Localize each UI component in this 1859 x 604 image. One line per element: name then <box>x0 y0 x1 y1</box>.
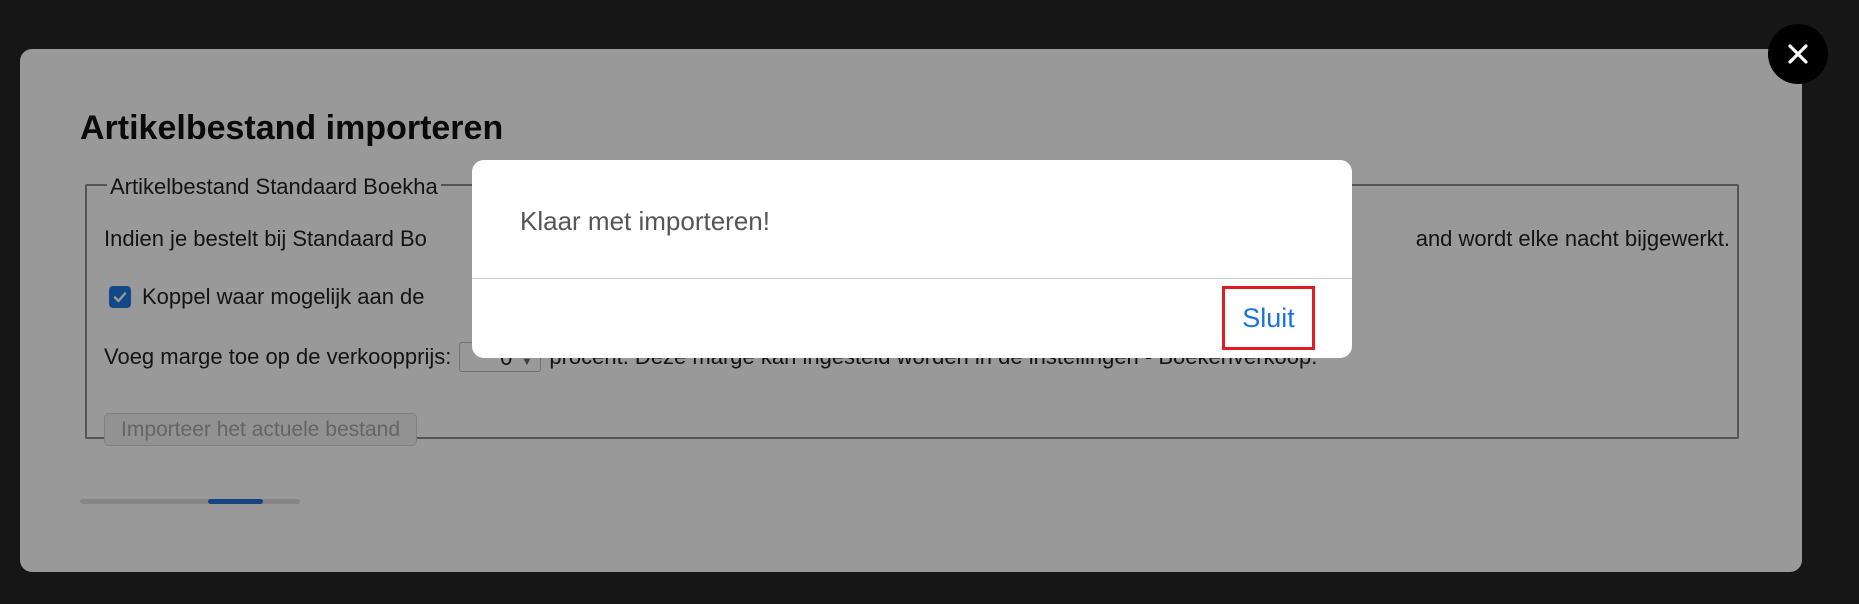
alert-dialog: Klaar met importeren! Sluit <box>472 160 1352 358</box>
close-button[interactable] <box>1768 24 1828 84</box>
close-icon <box>1788 44 1808 64</box>
alert-message: Klaar met importeren! <box>520 206 770 236</box>
alert-divider <box>472 278 1352 279</box>
sluit-button[interactable]: Sluit <box>1222 286 1315 350</box>
